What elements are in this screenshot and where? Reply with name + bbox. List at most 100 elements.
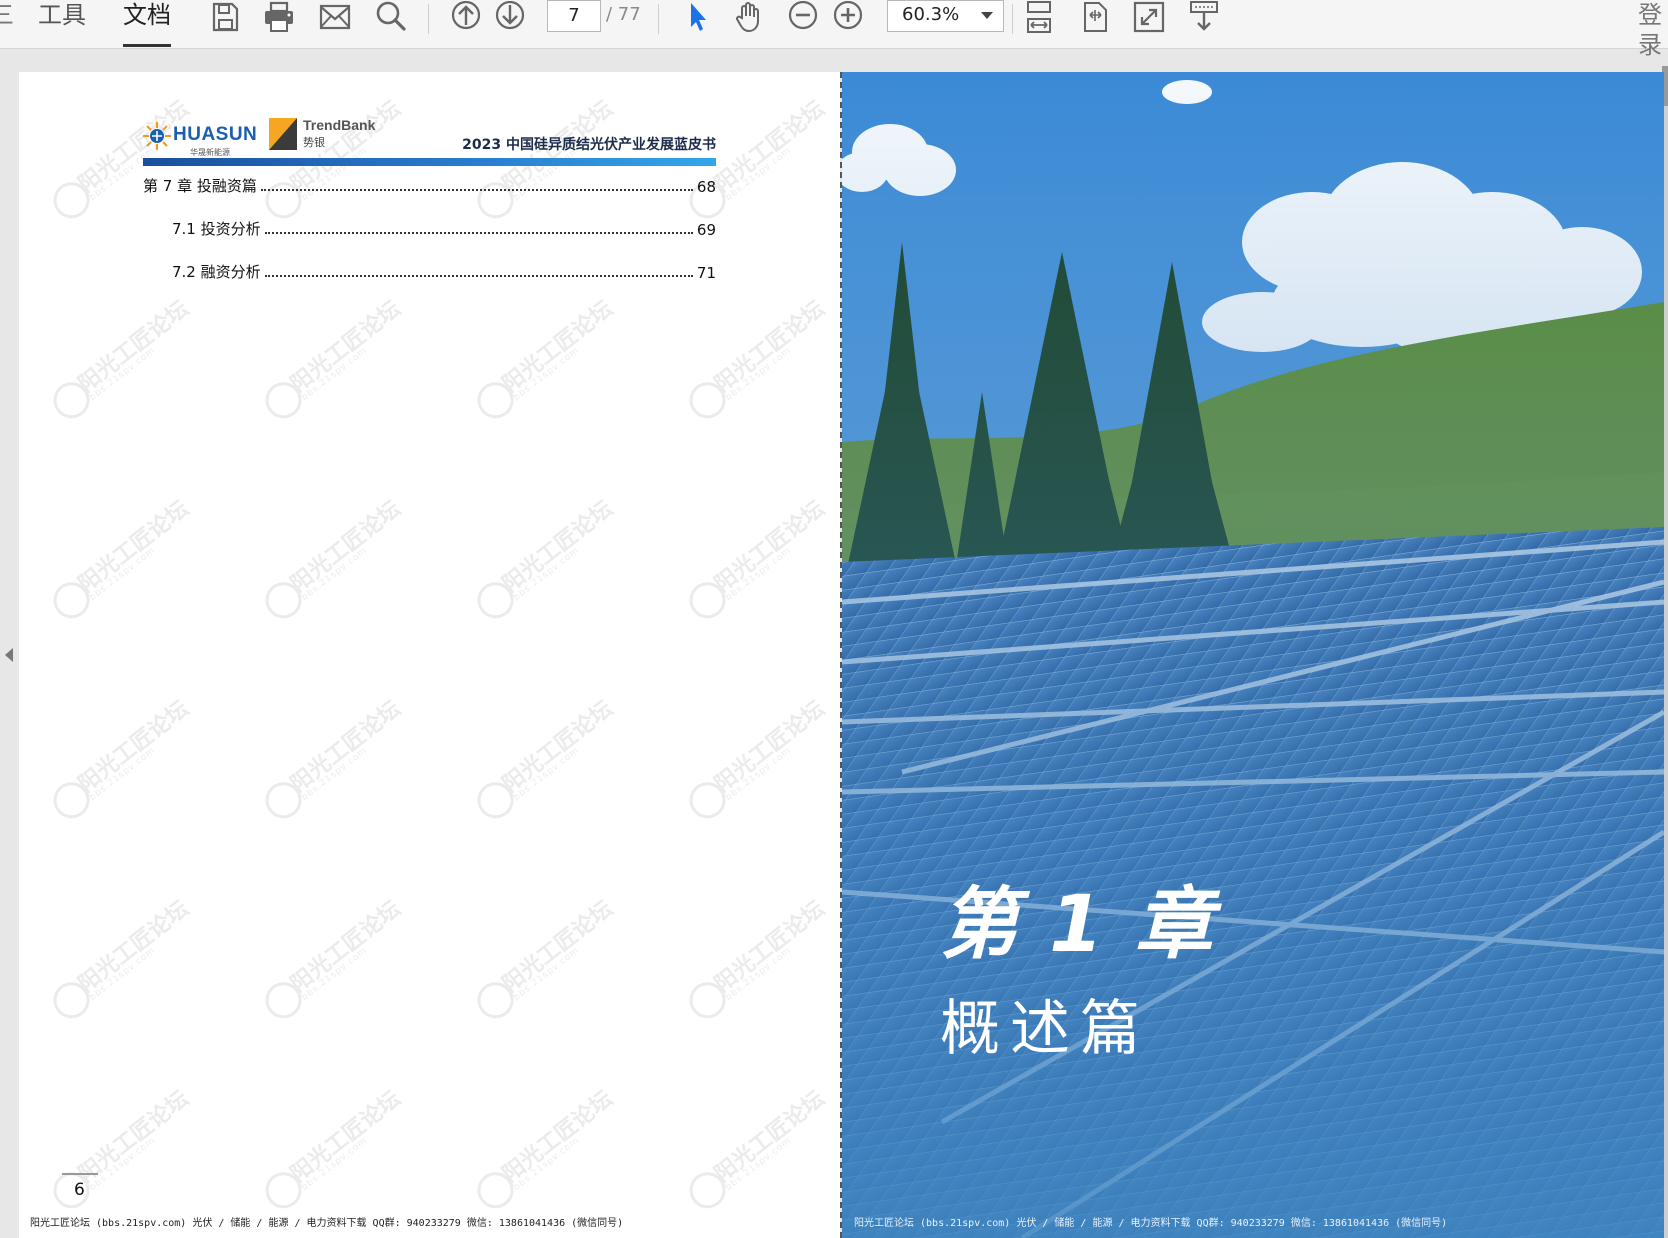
document-title: 2023 中国硅异质结光伏产业发展蓝皮书: [462, 137, 716, 153]
watermark-layer: 阳光工匠论坛 bbs.21spv.com 阳光工匠论坛 bbs.21spv.com 阳光…: [19, 72, 840, 1238]
watermark-seal-icon: [46, 974, 97, 1026]
watermark-url: bbs.21spv.com: [723, 345, 794, 404]
watermark-url: bbs.21spv.com: [723, 1135, 794, 1194]
watermark: 阳光工匠论坛 bbs.21spv.com: [672, 292, 830, 432]
zoom-value: 60.3%: [902, 4, 960, 25]
watermark-text: 阳光工匠论坛: [710, 1086, 830, 1188]
fit-page-icon[interactable]: [1022, 0, 1056, 34]
watermark-seal-icon: [258, 974, 309, 1026]
watermark-seal-icon: [682, 374, 733, 426]
download-icon[interactable]: [1187, 0, 1221, 34]
watermark-url: bbs.21spv.com: [723, 545, 794, 604]
zoom-in-icon[interactable]: [831, 0, 865, 34]
page-footer: 阳光工匠论坛 (bbs.21spv.com) 光伏 / 储能 / 能源 / 电力…: [854, 1218, 1448, 1229]
page-number: 6: [74, 1180, 85, 1200]
print-icon[interactable]: [262, 0, 296, 34]
watermark-text: 阳光工匠论坛: [710, 896, 830, 998]
watermark-url: bbs.21spv.com: [511, 745, 582, 804]
login-link[interactable]: 登录: [1638, 0, 1668, 60]
watermark-seal-icon: [258, 374, 309, 426]
watermark-seal-icon: [46, 774, 97, 826]
toc-entry[interactable]: 7.2 融资分析 71: [172, 260, 716, 282]
watermark-seal-icon: [682, 974, 733, 1026]
header-rule: [143, 158, 716, 166]
watermark-text: 阳光工匠论坛: [74, 696, 194, 798]
tab-tools[interactable]: 工具: [38, 0, 86, 44]
sidebar-toggle-icon[interactable]: [5, 648, 13, 662]
hand-tool-icon[interactable]: [731, 0, 765, 34]
watermark-seal-icon: [470, 374, 521, 426]
watermark-url: bbs.21spv.com: [299, 345, 370, 404]
page-number-input[interactable]: 7: [547, 0, 601, 32]
watermark-text: 阳光工匠论坛: [74, 496, 194, 598]
watermark-seal-icon: [258, 574, 309, 626]
watermark-url: bbs.21spv.com: [87, 545, 158, 604]
watermark: 阳光工匠论坛 bbs.21spv.com: [248, 292, 406, 432]
toolbar: 三 工具 文档 7 / 77 60.3% 登录: [0, 0, 1668, 59]
watermark-seal-icon: [46, 374, 97, 426]
page-footer: 阳光工匠论坛 (bbs.21spv.com) 光伏 / 储能 / 能源 / 电力…: [30, 1218, 624, 1229]
watermark-text: 阳光工匠论坛: [498, 496, 618, 598]
watermark-url: bbs.21spv.com: [87, 345, 158, 404]
watermark-text: 阳光工匠论坛: [498, 1086, 618, 1188]
pdf-page-right: 第 1 章 概述篇 阳光工匠论坛 (bbs.21spv.com) 光伏 / 储能…: [840, 72, 1664, 1238]
select-cursor-icon[interactable]: [681, 0, 715, 34]
watermark: 阳光工匠论坛 bbs.21spv.com: [36, 892, 194, 1032]
watermark-url: bbs.21spv.com: [723, 145, 794, 204]
chapter-number: 第 1 章: [940, 880, 1215, 970]
toolbar-separator: [1012, 4, 1013, 34]
watermark-seal-icon: [682, 1164, 733, 1216]
search-icon[interactable]: [373, 0, 407, 34]
trendbank-logo: TrendBank 势银: [269, 116, 399, 156]
watermark: 阳光工匠论坛 bbs.21spv.com: [672, 1082, 830, 1222]
mail-icon[interactable]: [318, 0, 352, 34]
watermark: 阳光工匠论坛 bbs.21spv.com: [460, 692, 618, 832]
watermark-text: 阳光工匠论坛: [710, 496, 830, 598]
watermark: 阳光工匠论坛 bbs.21spv.com: [248, 892, 406, 1032]
toolbar-separator: [658, 4, 659, 34]
toc-leader-dots: [260, 189, 693, 191]
watermark-url: bbs.21spv.com: [511, 945, 582, 1004]
zoom-out-icon[interactable]: [786, 0, 820, 34]
menu-glyph-partial[interactable]: 三: [0, 0, 14, 30]
watermark-seal-icon: [682, 774, 733, 826]
fullscreen-icon[interactable]: [1132, 0, 1166, 34]
watermark: 阳光工匠论坛 bbs.21spv.com: [248, 1082, 406, 1222]
watermark-text: 阳光工匠论坛: [286, 496, 406, 598]
watermark-seal-icon: [470, 574, 521, 626]
page-down-icon[interactable]: [493, 0, 527, 34]
watermark-url: bbs.21spv.com: [511, 1135, 582, 1194]
toc-leader-dots: [264, 275, 693, 277]
rotate-icon[interactable]: [1078, 0, 1112, 34]
watermark-seal-icon: [682, 574, 733, 626]
tab-document[interactable]: 文档: [123, 0, 171, 47]
save-icon[interactable]: [208, 0, 242, 34]
watermark-text: 阳光工匠论坛: [498, 896, 618, 998]
watermark: 阳光工匠论坛 bbs.21spv.com: [672, 492, 830, 632]
zoom-select[interactable]: 60.3%: [887, 0, 1004, 32]
watermark-url: bbs.21spv.com: [299, 945, 370, 1004]
watermark-url: bbs.21spv.com: [511, 545, 582, 604]
watermark-seal-icon: [46, 574, 97, 626]
watermark-url: bbs.21spv.com: [511, 345, 582, 404]
toc-entry-label: 7.2 融资分析: [172, 263, 261, 281]
toc-entry-page: 68: [696, 178, 716, 196]
watermark-url: bbs.21spv.com: [723, 945, 794, 1004]
toc-entry[interactable]: 7.1 投资分析 69: [172, 217, 716, 239]
watermark-seal-icon: [470, 974, 521, 1026]
watermark: 阳光工匠论坛 bbs.21spv.com: [36, 292, 194, 432]
toc-entry[interactable]: 第 7 章 投融资篇 68: [143, 174, 716, 196]
trendbank-mark-icon: [269, 118, 297, 150]
watermark-text: 阳光工匠论坛: [74, 296, 194, 398]
watermark-seal-icon: [46, 174, 97, 226]
chapter-title: 概述篇: [940, 994, 1150, 1064]
watermark: 阳光工匠论坛 bbs.21spv.com: [248, 492, 406, 632]
watermark-url: bbs.21spv.com: [87, 745, 158, 804]
page-number-rule: [62, 1173, 98, 1175]
toolbar-separator: [428, 4, 429, 34]
watermark: 阳光工匠论坛 bbs.21spv.com: [672, 692, 830, 832]
page-up-icon[interactable]: [449, 0, 483, 34]
watermark-url: bbs.21spv.com: [299, 545, 370, 604]
watermark-text: 阳光工匠论坛: [74, 896, 194, 998]
page-total-label: / 77: [606, 4, 641, 25]
